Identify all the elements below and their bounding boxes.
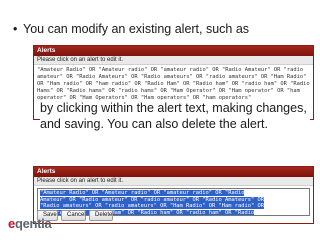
logo-rest: qentia — [14, 216, 52, 231]
logo-initial: e — [8, 216, 15, 231]
alerts-panel-title: Alerts — [34, 46, 313, 56]
alerts-panel-editing: Alerts Please click on an alert to edit … — [33, 166, 314, 224]
delete-button[interactable]: Delete — [89, 210, 113, 221]
bullet-line: • You can modify an existing alert, such … — [13, 22, 313, 36]
alerts-panel-hint: Please click on an alert to edit it. — [34, 56, 313, 65]
bullet-text: You can modify an existing alert, such a… — [23, 22, 250, 36]
slide-caption: by clicking within the alert text, makin… — [40, 101, 310, 132]
eqentia-logo: eqentia — [8, 216, 52, 231]
bullet-symbol: • — [13, 22, 18, 36]
alerts-panel-hint-2: Please click on an alert to edit it. — [34, 177, 313, 186]
alert-text[interactable]: "Amateur Radio" OR "Amateur radio" OR "a… — [34, 65, 313, 104]
alerts-panel-title-2: Alerts — [34, 167, 313, 177]
cancel-button[interactable]: Cancel — [61, 210, 86, 221]
